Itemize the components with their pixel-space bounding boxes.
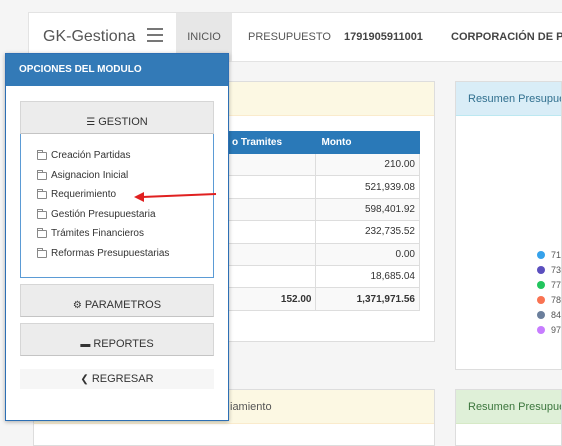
table-total-row: 152.00 1,371,971.56	[225, 287, 420, 311]
table-row: 232,735.52	[225, 220, 420, 244]
gestion-label: GESTION	[98, 116, 148, 128]
reportes-button[interactable]: ▬ REPORTES	[20, 323, 214, 356]
monto-cell: 0.00	[315, 242, 420, 266]
module-options-title: OPCIONES DEL MODULO	[6, 54, 228, 86]
legend-dot	[537, 310, 545, 319]
folder-icon	[37, 188, 47, 199]
folder-icon	[37, 227, 47, 238]
parametros-button[interactable]: ⚙ PARAMETROS	[20, 284, 214, 317]
folder-icon	[37, 149, 47, 160]
parametros-label: PARAMETROS	[84, 299, 162, 311]
gear-icon: ⚙	[72, 300, 82, 311]
gestion-button[interactable]: ☰ GESTION	[20, 101, 214, 134]
menu-item-gestion-presupuestaria[interactable]: Gestión Presupuestaria	[37, 208, 156, 220]
col-header-monto: Monto	[315, 131, 420, 154]
legend-dot	[537, 295, 545, 304]
nav-ruc[interactable]: 1791905911001	[332, 13, 435, 61]
regresar-label: REGRESAR	[91, 373, 154, 385]
module-options-window: OPCIONES DEL MODULO ☰ GESTION Creación Pa…	[5, 53, 229, 421]
annotation-arrow-icon	[134, 192, 217, 202]
total-tramites: 152.00	[225, 287, 317, 311]
legend-item[interactable]: 97	[537, 322, 561, 337]
chevron-left-icon: ❮	[80, 374, 89, 385]
monto-cell: 598,401.92	[315, 197, 420, 222]
menu-item-tramites-financieros[interactable]: Trámites Financieros	[37, 227, 144, 239]
monto-cell: 18,685.04	[315, 264, 420, 289]
legend-dot	[537, 325, 545, 334]
total-monto: 1,371,971.56	[315, 287, 420, 311]
legend-item[interactable]: 84	[537, 307, 561, 322]
monto-cell: 232,735.52	[315, 220, 420, 244]
legend-dot	[537, 265, 545, 274]
folder-open-icon: ▬	[80, 339, 91, 350]
resumen-panel-top-title: Resumen Presupues	[456, 82, 561, 116]
regresar-button[interactable]: ❮ REGRESAR	[20, 369, 214, 389]
table-row: 598,401.92	[225, 197, 420, 222]
col-header-tramites: o Tramites	[225, 131, 317, 154]
menu-item-requerimiento[interactable]: Requerimiento	[37, 188, 116, 200]
menu-item-asignacion-inicial[interactable]: Asignacion Inicial	[37, 169, 128, 181]
folder-icon	[37, 169, 47, 180]
gestion-submenu: Creación Partidas Asignacion Inicial Req…	[20, 134, 214, 278]
table-row: 210.00	[225, 152, 420, 177]
folder-icon	[37, 208, 47, 219]
table-row: 0.00	[225, 242, 420, 266]
hamburger-menu-icon[interactable]	[147, 28, 163, 44]
reportes-label: REPORTES	[93, 338, 154, 350]
nav-company[interactable]: CORPORACIÓN DE PR	[439, 13, 562, 61]
monto-cell: 521,939.08	[315, 175, 420, 199]
legend-item[interactable]: 73	[537, 262, 561, 277]
folder-icon	[37, 247, 47, 258]
legend-dot	[537, 280, 545, 289]
menu-item-creacion-partidas[interactable]: Creación Partidas	[37, 149, 130, 161]
monto-cell: 210.00	[315, 152, 420, 177]
legend-item[interactable]: 78	[537, 292, 561, 307]
table-row: 18,685.04	[225, 264, 420, 289]
chart-legend: 71 73 77 78 84 97	[537, 247, 561, 337]
tramites-table: o Tramites Monto 210.00 521,939.08 598,4…	[225, 131, 420, 311]
app-brand[interactable]: GK-Gestiona	[43, 28, 135, 46]
list-icon: ☰	[86, 117, 96, 128]
legend-dot	[537, 250, 545, 259]
nav-presupuesto[interactable]: PRESUPUESTO	[236, 13, 343, 61]
resumen-panel-bottom: Resumen Presupues	[455, 389, 562, 446]
legend-item[interactable]: 71	[537, 247, 561, 262]
menu-item-reformas-presupuestarias[interactable]: Reformas Presupuestarias	[37, 247, 169, 259]
resumen-panel-bottom-title: Resumen Presupues	[456, 390, 561, 424]
table-row: 521,939.08	[225, 175, 420, 199]
legend-item[interactable]: 77	[537, 277, 561, 292]
